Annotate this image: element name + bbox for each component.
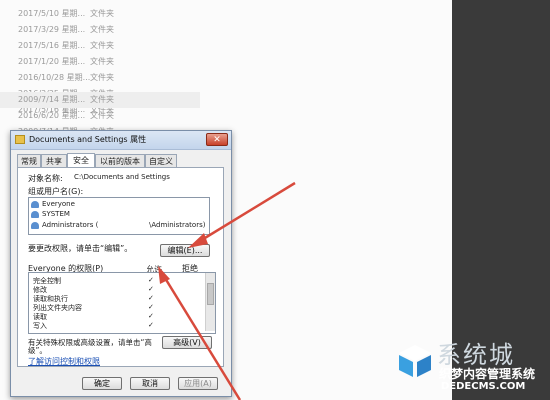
arrow-to-allow	[158, 266, 242, 400]
watermark: 系统城 织梦内容管理系统 DEDECMS.COM	[395, 335, 550, 400]
watermark-subtitle: 织梦内容管理系统	[439, 367, 536, 381]
arrow-to-edit	[188, 181, 296, 248]
windows-logo-icon	[399, 345, 431, 377]
watermark-url: DEDECMS.COM	[441, 381, 526, 392]
